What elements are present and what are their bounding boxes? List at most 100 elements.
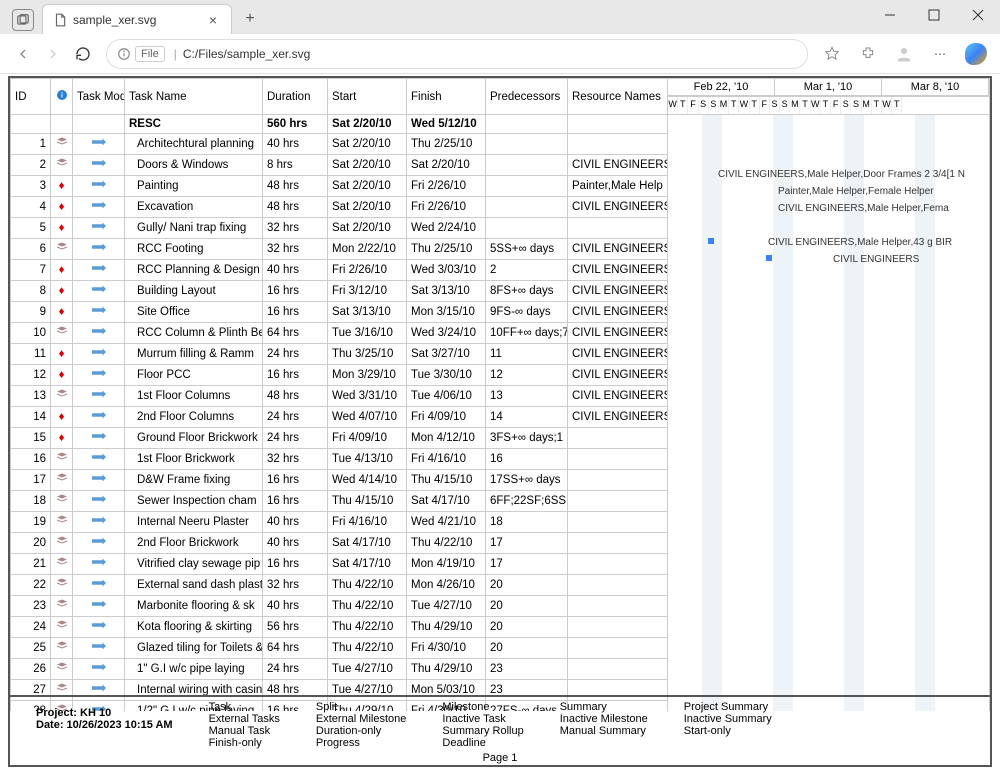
timeline-day: W [739,97,749,114]
browser-tab[interactable]: sample_xer.svg × [42,4,232,34]
window-maximize-button[interactable] [912,0,956,30]
task-predecessors [486,155,568,176]
task-name: Building Layout [125,281,263,302]
legend-item: Manual Summary [560,725,648,737]
layers-icon [55,328,69,340]
row-id: 1 [11,134,51,155]
task-finish: Sat 4/17/10 [407,491,486,512]
task-name: Sewer Inspection cham [125,491,263,512]
task-predecessors: 8FS+∞ days [486,281,568,302]
task-mode-icon [73,260,125,281]
header-mode[interactable]: Task Mode [73,79,125,115]
timeline-day: T [750,97,760,114]
task-finish: Mon 4/12/10 [407,428,486,449]
back-button[interactable] [8,39,38,69]
header-duration[interactable]: Duration [263,79,328,115]
row-id: 4 [11,197,51,218]
gantt-bar-label: CIVIL ENGINEERS,Male Helper,Door Frames … [718,168,965,182]
row-id: 23 [11,596,51,617]
task-name: Gully/ Nani trap fixing [125,218,263,239]
new-tab-button[interactable]: + [236,5,264,33]
url-path: C:/Files/sample_xer.svg [183,47,310,61]
task-name: 2nd Floor Brickwork [125,533,263,554]
row-id: 5 [11,218,51,239]
task-duration: 40 hrs [263,596,328,617]
row-id: 18 [11,491,51,512]
task-duration: 40 hrs [263,512,328,533]
task-finish: Thu 4/22/10 [407,533,486,554]
task-predecessors: 2 [486,260,568,281]
task-resources: CIVIL ENGINEERS,M [568,365,668,386]
task-mode-icon [73,281,125,302]
task-start: Mon 3/29/10 [328,365,407,386]
task-start: Thu 4/22/10 [328,638,407,659]
task-resources: CIVIL ENGINEERS,M [568,302,668,323]
task-duration: 16 hrs [263,554,328,575]
row-id: 7 [11,260,51,281]
legend-item: Task [209,701,280,713]
task-start: Fri 4/09/10 [328,428,407,449]
task-name: Ground Floor Brickwork [125,428,263,449]
task-duration: 40 hrs [263,533,328,554]
header-start[interactable]: Start [328,79,407,115]
task-predecessors: 23 [486,659,568,680]
page-number: Page 1 [10,750,990,765]
refresh-button[interactable] [68,39,98,69]
task-resources [568,218,668,239]
layers-icon [55,454,69,466]
task-mode-icon [73,449,125,470]
timeline-day: W [668,97,678,114]
header-resources[interactable]: Resource Names [568,79,668,115]
person-icon: ♦ [59,306,65,318]
copilot-icon[interactable] [960,39,992,69]
layers-icon [55,391,69,403]
header-finish[interactable]: Finish [407,79,486,115]
legend-item: Summary [560,701,648,713]
profile-icon[interactable] [888,39,920,69]
timeline-day: F [760,97,770,114]
extensions-icon[interactable] [852,39,884,69]
task-duration: 24 hrs [263,659,328,680]
layers-icon [55,622,69,634]
task-start: Thu 4/22/10 [328,575,407,596]
task-duration: 48 hrs [263,176,328,197]
task-resources [568,554,668,575]
tab-close-icon[interactable]: × [205,12,221,28]
person-icon: ♦ [59,180,65,192]
window-close-button[interactable] [956,0,1000,30]
task-name: Site Office [125,302,263,323]
layers-icon [55,496,69,508]
task-resources: CIVIL ENGINEERS,M [568,155,668,176]
task-resources: CIVIL ENGINEERS,M [568,239,668,260]
header-predecessors[interactable]: Predecessors [486,79,568,115]
task-predecessors [486,218,568,239]
task-resources [568,134,668,155]
task-finish: Fri 2/26/10 [407,176,486,197]
layers-icon [55,601,69,613]
task-mode-icon [73,323,125,344]
task-duration: 64 hrs [263,323,328,344]
header-indicator[interactable]: i [51,79,73,115]
legend-item: Deadline [442,737,523,749]
task-duration: 560 hrs [263,115,328,134]
titlebar: sample_xer.svg × + [0,0,1000,34]
address-bar[interactable]: File | C:/Files/sample_xer.svg [106,39,808,69]
task-predecessors: 20 [486,596,568,617]
table-row[interactable]: RESC560 hrsSat 2/20/10Wed 5/12/10CIVIL E… [11,115,990,134]
task-start: Tue 4/13/10 [328,449,407,470]
timeline-month: Mar 1, '10 [775,79,882,95]
legend-item: Duration-only [316,725,407,737]
window-minimize-button[interactable] [868,0,912,30]
favorite-icon[interactable] [816,39,848,69]
header-name[interactable]: Task Name [125,79,263,115]
task-predecessors [486,176,568,197]
layers-icon [55,160,69,172]
task-finish: Wed 5/12/10 [407,115,486,134]
task-finish: Wed 3/03/10 [407,260,486,281]
legend-item: Inactive Summary [684,713,772,725]
timeline-month: Mar 8, '10 [882,79,989,95]
task-mode-icon [73,197,125,218]
header-id[interactable]: ID [11,79,51,115]
more-icon[interactable]: ⋯ [924,39,956,69]
svg-text:i: i [61,92,63,99]
